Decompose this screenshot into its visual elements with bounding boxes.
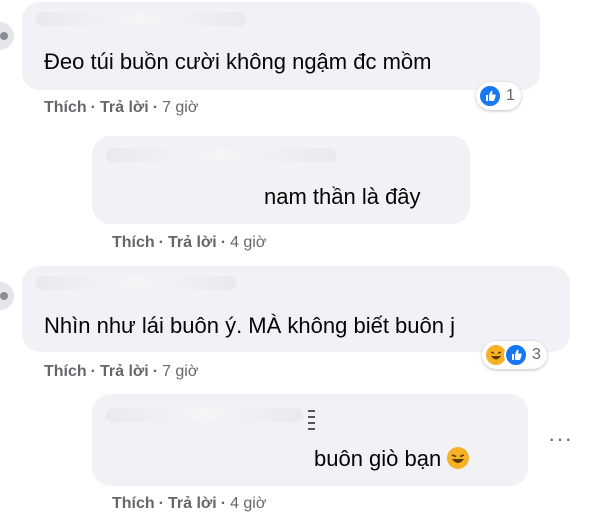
reply-bubble bbox=[92, 136, 470, 224]
laughing-emoji-icon bbox=[447, 447, 470, 469]
reaction-count: 1 bbox=[506, 87, 515, 104]
like-link[interactable]: Thích bbox=[44, 363, 87, 381]
like-link[interactable]: Thích bbox=[112, 234, 155, 252]
like-icon bbox=[504, 343, 528, 367]
comment-actions: Thích · Trả lời · 4 giờ bbox=[112, 234, 266, 252]
comment-bubble bbox=[22, 2, 540, 90]
separator: · bbox=[90, 363, 96, 380]
separator: · bbox=[158, 495, 164, 512]
timestamp[interactable]: 7 giờ bbox=[162, 363, 198, 381]
comment-text: Nhìn như lái buôn ý. MÀ không biết buôn … bbox=[44, 313, 455, 338]
timestamp[interactable]: 4 giờ bbox=[230, 495, 266, 513]
reply-link[interactable]: Trả lời bbox=[168, 495, 217, 513]
comment-bubble bbox=[22, 266, 570, 352]
like-icon bbox=[478, 84, 502, 108]
commenter-name-blurred[interactable] bbox=[36, 12, 246, 26]
comment-text: Đeo túi buồn cười không ngậm đc mồm bbox=[44, 49, 432, 74]
like-link[interactable]: Thích bbox=[112, 495, 155, 513]
timestamp[interactable]: 7 giờ bbox=[162, 99, 198, 117]
reply-link[interactable]: Trả lời bbox=[100, 99, 149, 117]
commenter-name-blurred[interactable] bbox=[106, 408, 302, 422]
timestamp[interactable]: 4 giờ bbox=[230, 234, 266, 252]
reply-link[interactable]: Trả lời bbox=[168, 234, 217, 252]
comment-text: buôn giò bạn bbox=[314, 446, 470, 472]
separator: · bbox=[220, 234, 227, 251]
comment-actions: Thích · Trả lời · 7 giờ bbox=[44, 99, 198, 117]
reaction-summary[interactable]: 1 bbox=[476, 82, 521, 110]
reaction-count: 3 bbox=[532, 346, 541, 363]
censor-scribble bbox=[308, 410, 315, 430]
separator: · bbox=[152, 99, 159, 116]
comment-actions: Thích · Trả lời · 7 giờ bbox=[44, 363, 198, 381]
reaction-summary[interactable]: 3 bbox=[482, 341, 547, 369]
avatar[interactable] bbox=[0, 282, 14, 310]
separator: · bbox=[152, 363, 159, 380]
more-options-icon[interactable]: ··· bbox=[548, 426, 573, 452]
comment-text: nam thần là đây bbox=[264, 184, 421, 209]
separator: · bbox=[158, 234, 164, 251]
reply-link[interactable]: Trả lời bbox=[100, 363, 149, 381]
separator: · bbox=[90, 99, 96, 116]
commenter-name-blurred[interactable] bbox=[106, 148, 336, 162]
like-link[interactable]: Thích bbox=[44, 99, 87, 117]
avatar[interactable] bbox=[0, 22, 14, 50]
separator: · bbox=[220, 495, 227, 512]
comment-actions: Thích · Trả lời · 4 giờ bbox=[112, 495, 266, 513]
commenter-name-blurred[interactable] bbox=[36, 276, 236, 290]
